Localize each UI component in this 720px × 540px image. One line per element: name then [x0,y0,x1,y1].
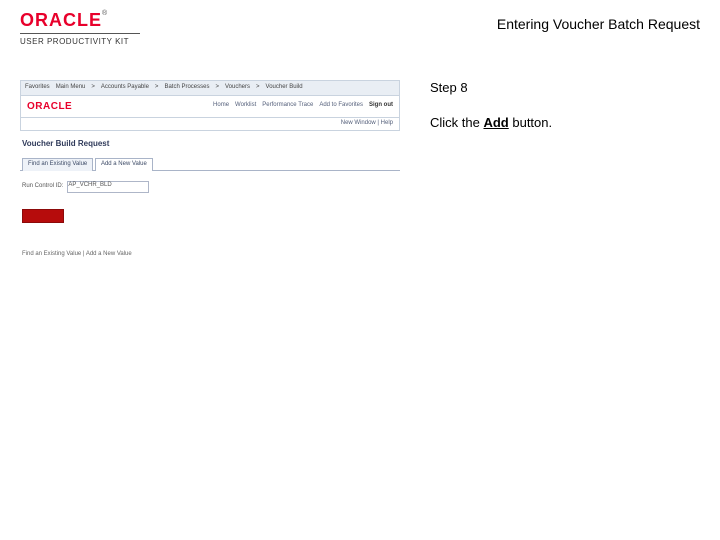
run-control-id-label: Run Control ID: [22,183,63,191]
breadcrumb-item: Vouchers [225,84,250,92]
nav-signout[interactable]: Sign out [369,102,393,110]
page-title: Entering Voucher Batch Request [497,16,700,32]
breadcrumb-bar: Favorites Main Menu > Accounts Payable >… [20,80,400,96]
app-nav-tabs: Home Worklist Performance Trace Add to F… [207,98,399,114]
breadcrumb-item: Main Menu [56,84,86,92]
tab-find-existing[interactable]: Find an Existing Value [22,158,93,171]
instr-post: button. [509,115,552,130]
trademark: ® [102,10,107,17]
logo-divider [20,33,140,34]
breadcrumb-item: Batch Processes [164,84,209,92]
nav-perf-trace[interactable]: Performance Trace [262,102,313,110]
footer-links: Find an Existing Value | Add a New Value [22,251,398,259]
upk-subtitle: USER PRODUCTIVITY KIT [20,37,140,46]
instruction-text: Click the Add button. [430,115,690,130]
upk-logo-group: ORACLE® USER PRODUCTIVITY KIT [20,10,140,46]
sub-nav: New Window | Help [20,118,400,131]
step-label: Step 8 [430,80,690,95]
nav-home[interactable]: Home [213,102,229,110]
instr-pre: Click the [430,115,483,130]
nav-add-favorites[interactable]: Add to Favorites [319,102,363,110]
nav-worklist[interactable]: Worklist [235,102,256,110]
add-button[interactable] [22,209,64,223]
breadcrumb-item: Favorites [25,84,50,92]
breadcrumb-item: Voucher Build [266,84,303,92]
section-title: Voucher Build Request [22,139,398,149]
oracle-logo-text: ORACLE [20,10,102,30]
tab-add-new[interactable]: Add a New Value [95,158,153,171]
instr-add-keyword: Add [483,115,508,130]
run-control-id-input[interactable]: AP_VCHR_BLD [67,181,149,193]
app-oracle-logo: ORACLE [27,101,72,112]
breadcrumb-item: Accounts Payable [101,84,149,92]
tab-strip: Find an Existing Value Add a New Value [20,157,400,171]
application-screenshot: Favorites Main Menu > Accounts Payable >… [20,80,400,276]
